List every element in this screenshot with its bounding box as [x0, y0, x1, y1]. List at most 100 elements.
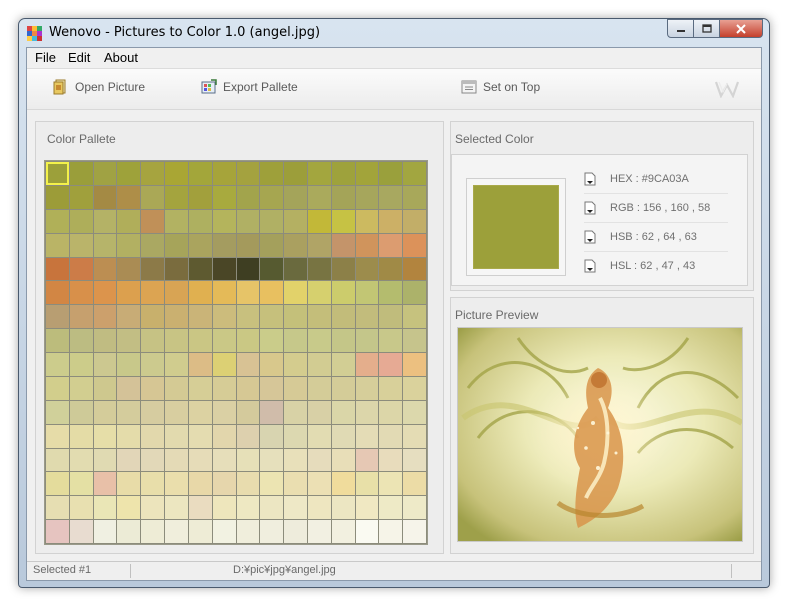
- color-swatch[interactable]: [188, 376, 212, 400]
- color-swatch[interactable]: [355, 472, 379, 496]
- color-swatch[interactable]: [355, 424, 379, 448]
- color-swatch[interactable]: [117, 281, 141, 305]
- color-swatch[interactable]: [141, 281, 165, 305]
- color-swatch[interactable]: [236, 400, 260, 424]
- color-swatch[interactable]: [403, 496, 426, 520]
- color-swatch[interactable]: [165, 209, 188, 233]
- color-swatch[interactable]: [236, 496, 260, 520]
- color-swatch[interactable]: [260, 424, 284, 448]
- color-swatch[interactable]: [260, 257, 284, 281]
- color-swatch[interactable]: [284, 209, 307, 233]
- color-swatch[interactable]: [141, 185, 165, 209]
- color-swatch[interactable]: [379, 448, 403, 472]
- color-swatch[interactable]: [165, 305, 188, 329]
- color-swatch[interactable]: [165, 472, 188, 496]
- color-swatch[interactable]: [212, 520, 236, 543]
- color-swatch[interactable]: [403, 376, 426, 400]
- color-swatch[interactable]: [141, 376, 165, 400]
- color-swatch[interactable]: [212, 448, 236, 472]
- color-swatch[interactable]: [46, 496, 69, 520]
- color-swatch[interactable]: [307, 329, 331, 352]
- color-swatch[interactable]: [141, 257, 165, 281]
- color-swatch[interactable]: [403, 209, 426, 233]
- color-swatch[interactable]: [93, 400, 117, 424]
- color-swatch[interactable]: [236, 353, 260, 376]
- color-swatch[interactable]: [236, 209, 260, 233]
- color-swatch[interactable]: [165, 520, 188, 543]
- color-swatch[interactable]: [93, 520, 117, 543]
- color-swatch[interactable]: [331, 424, 355, 448]
- color-swatch[interactable]: [69, 472, 93, 496]
- color-swatch[interactable]: [117, 305, 141, 329]
- color-swatch[interactable]: [69, 496, 93, 520]
- color-swatch[interactable]: [307, 424, 331, 448]
- color-swatch[interactable]: [236, 329, 260, 352]
- color-swatch[interactable]: [188, 329, 212, 352]
- color-swatch[interactable]: [212, 424, 236, 448]
- color-swatch[interactable]: [307, 209, 331, 233]
- color-swatch[interactable]: [236, 233, 260, 257]
- color-swatch[interactable]: [212, 376, 236, 400]
- color-swatch[interactable]: [117, 162, 141, 185]
- maximize-button[interactable]: [694, 19, 720, 38]
- color-swatch[interactable]: [69, 185, 93, 209]
- color-swatch[interactable]: [188, 472, 212, 496]
- color-swatch[interactable]: [307, 233, 331, 257]
- color-swatch[interactable]: [355, 400, 379, 424]
- color-swatch[interactable]: [331, 329, 355, 352]
- color-swatch[interactable]: [284, 424, 307, 448]
- color-swatch[interactable]: [141, 520, 165, 543]
- color-swatch[interactable]: [141, 496, 165, 520]
- color-swatch[interactable]: [93, 209, 117, 233]
- copy-hsb-icon[interactable]: [584, 230, 596, 244]
- color-swatch[interactable]: [355, 496, 379, 520]
- color-swatch[interactable]: [260, 376, 284, 400]
- color-swatch[interactable]: [403, 162, 426, 185]
- color-swatch[interactable]: [331, 305, 355, 329]
- menu-edit[interactable]: Edit: [68, 50, 90, 65]
- color-swatch[interactable]: [141, 424, 165, 448]
- color-swatch[interactable]: [117, 424, 141, 448]
- color-swatch[interactable]: [46, 353, 69, 376]
- color-swatch[interactable]: [379, 305, 403, 329]
- color-swatch[interactable]: [46, 448, 69, 472]
- color-swatch[interactable]: [165, 233, 188, 257]
- color-swatch[interactable]: [93, 496, 117, 520]
- color-swatch[interactable]: [46, 281, 69, 305]
- color-swatch[interactable]: [284, 305, 307, 329]
- color-swatch[interactable]: [379, 162, 403, 185]
- color-swatch[interactable]: [212, 400, 236, 424]
- color-swatch[interactable]: [403, 448, 426, 472]
- color-swatch[interactable]: [284, 400, 307, 424]
- copy-rgb-icon[interactable]: [584, 201, 596, 215]
- color-swatch[interactable]: [46, 400, 69, 424]
- menu-about[interactable]: About: [104, 50, 138, 65]
- color-swatch[interactable]: [141, 448, 165, 472]
- color-swatch[interactable]: [284, 162, 307, 185]
- color-swatch[interactable]: [355, 305, 379, 329]
- color-swatch[interactable]: [117, 400, 141, 424]
- color-swatch[interactable]: [93, 472, 117, 496]
- color-swatch[interactable]: [165, 448, 188, 472]
- color-swatch[interactable]: [284, 257, 307, 281]
- color-swatch[interactable]: [117, 472, 141, 496]
- color-swatch[interactable]: [69, 353, 93, 376]
- rgb-row[interactable]: RGB : 156 , 160 , 58: [584, 194, 728, 223]
- color-swatch[interactable]: [141, 162, 165, 185]
- color-swatch[interactable]: [93, 233, 117, 257]
- color-swatch[interactable]: [93, 257, 117, 281]
- color-swatch[interactable]: [403, 257, 426, 281]
- color-swatch[interactable]: [236, 162, 260, 185]
- color-swatch[interactable]: [93, 424, 117, 448]
- title-bar[interactable]: Wenovo - Pictures to Color 1.0 (angel.jp…: [19, 19, 769, 47]
- color-swatch[interactable]: [307, 400, 331, 424]
- color-swatch[interactable]: [46, 233, 69, 257]
- color-swatch[interactable]: [212, 209, 236, 233]
- color-swatch[interactable]: [403, 329, 426, 352]
- color-swatch[interactable]: [46, 257, 69, 281]
- color-swatch[interactable]: [46, 185, 69, 209]
- color-swatch[interactable]: [236, 448, 260, 472]
- color-swatch[interactable]: [331, 472, 355, 496]
- color-swatch[interactable]: [188, 209, 212, 233]
- color-swatch[interactable]: [236, 257, 260, 281]
